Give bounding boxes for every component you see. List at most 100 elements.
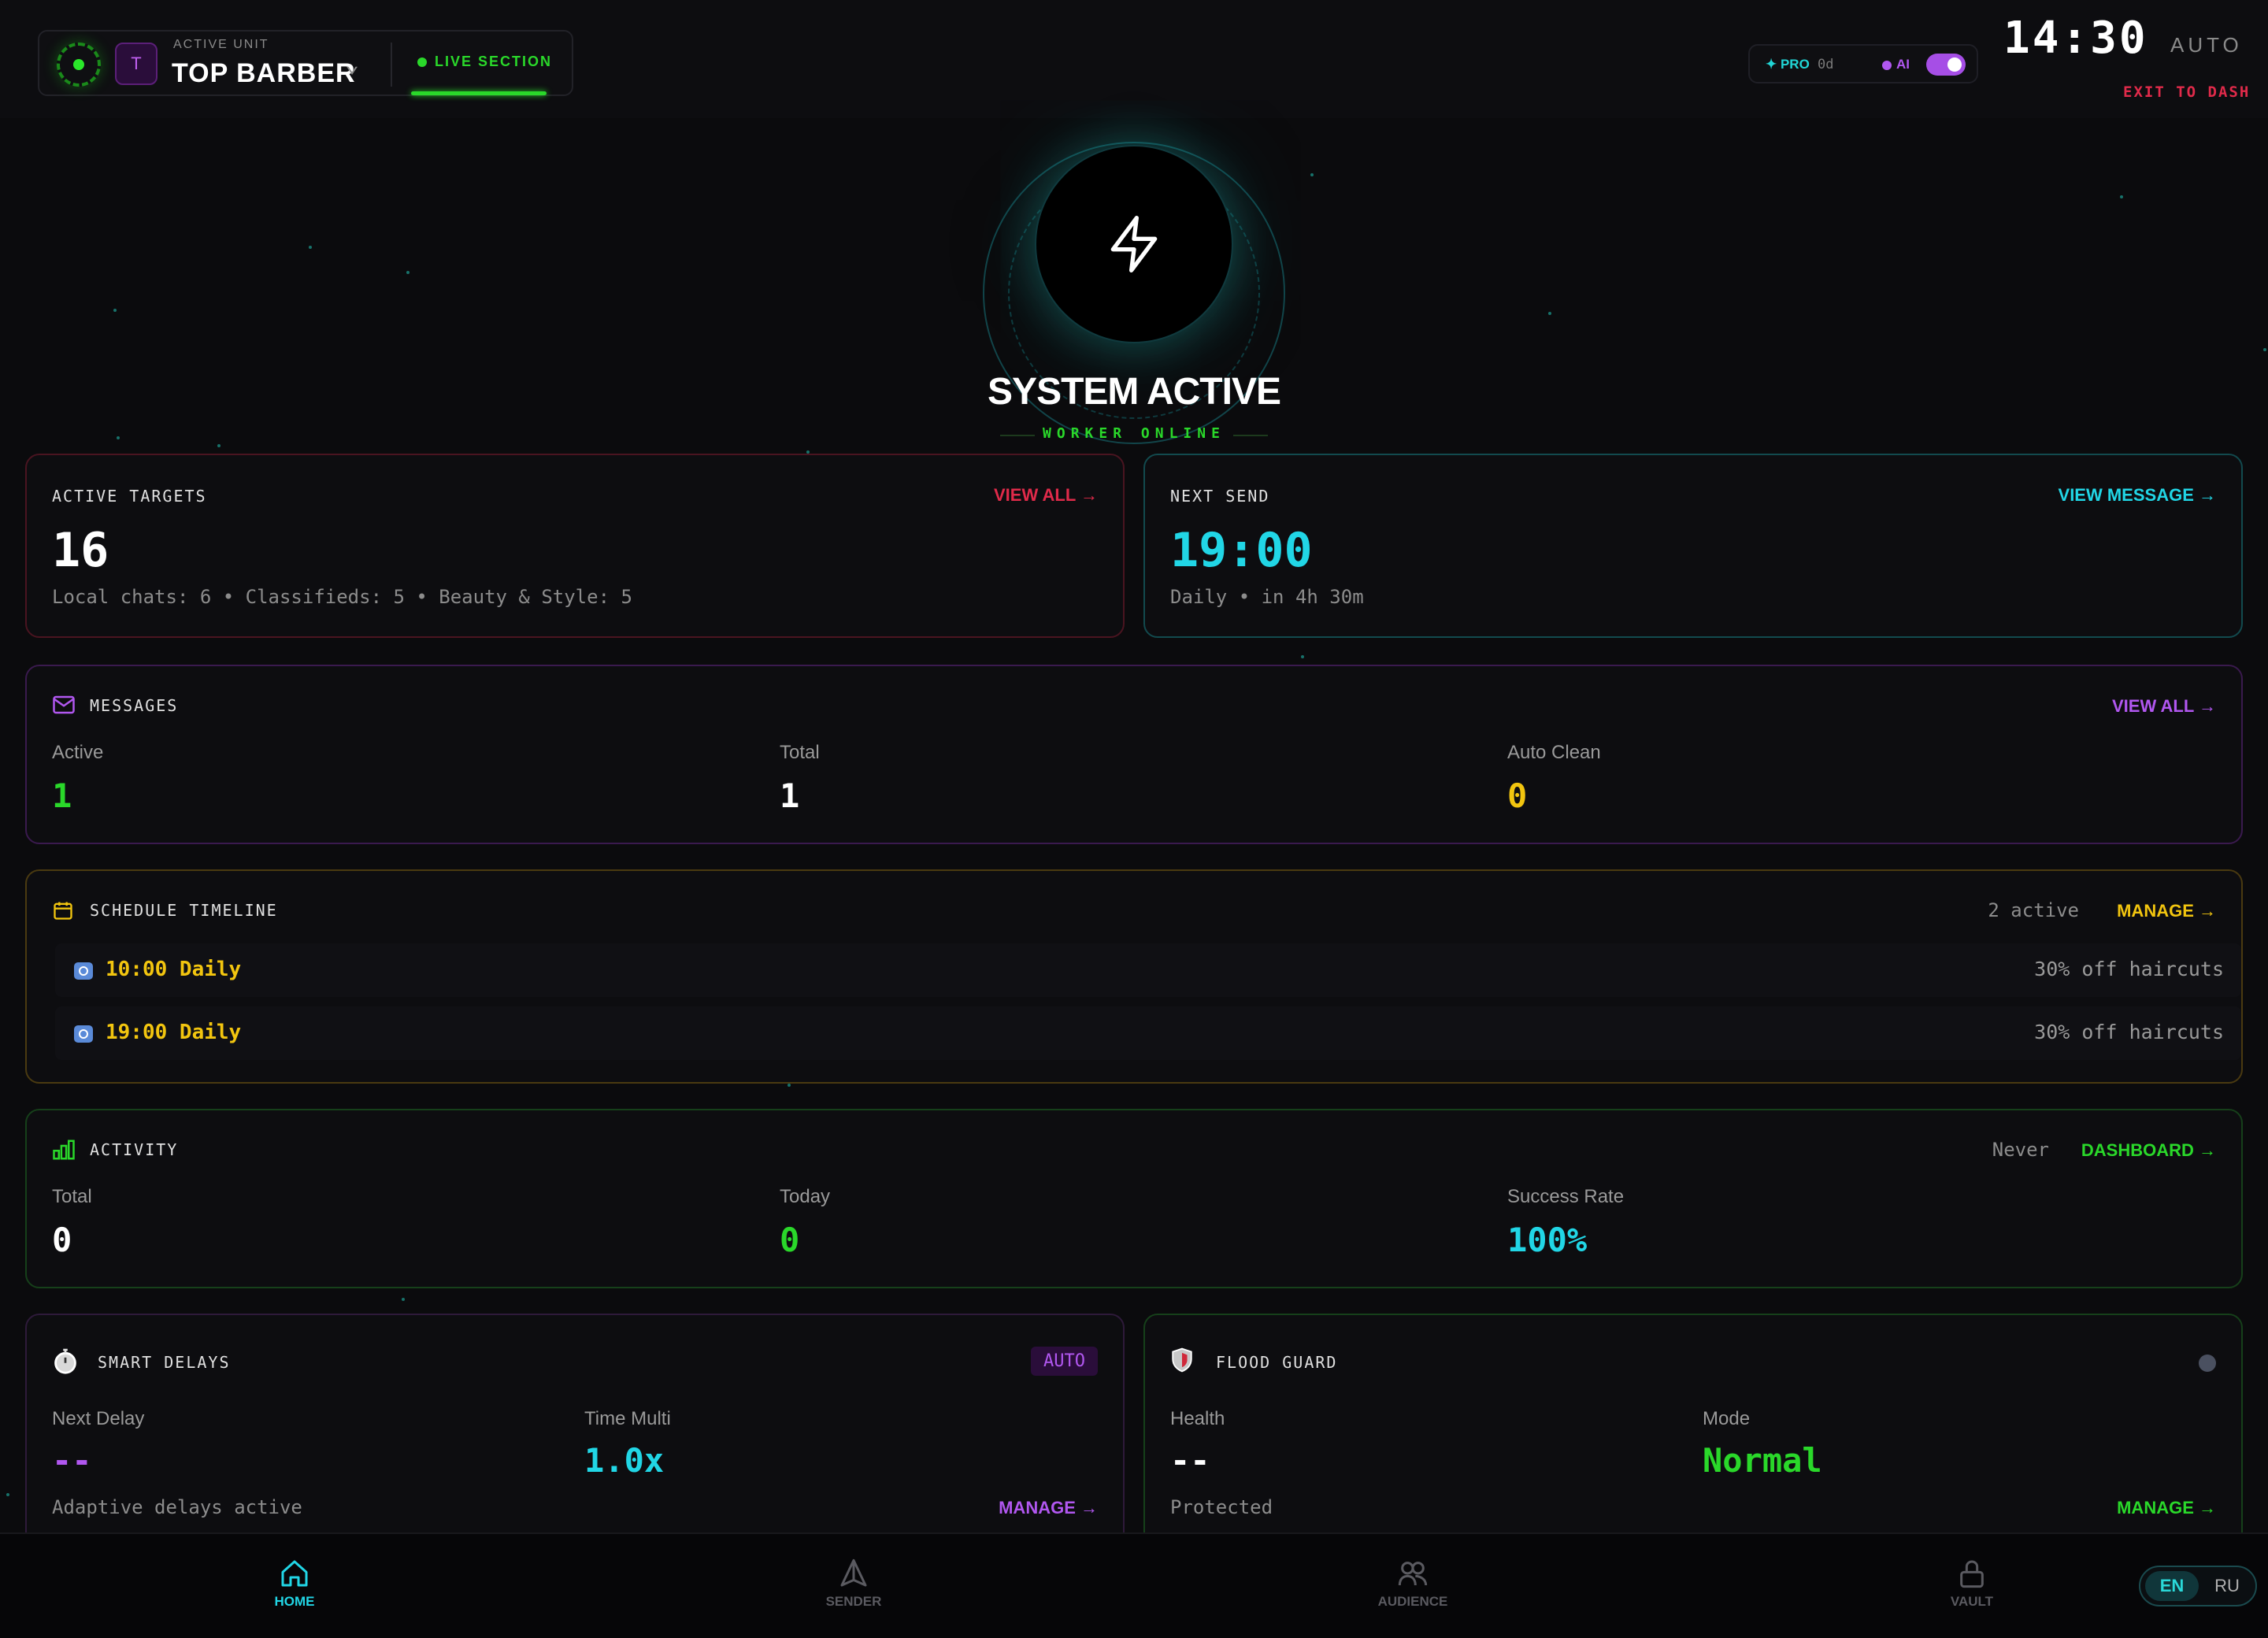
mail-icon (53, 695, 75, 714)
top-bar: T ACTIVE UNIT TOP BARBER ⌄ LIVE SECTION … (0, 0, 2268, 118)
audience-icon (1398, 1562, 1428, 1586)
health-value: -- (1170, 1441, 1210, 1480)
system-status-button[interactable] (1035, 145, 1233, 343)
particle (2263, 348, 2266, 351)
repeat-icon (74, 1025, 93, 1043)
nav-sender[interactable]: SENDER (791, 1558, 917, 1610)
active-tab-indicator (411, 91, 547, 95)
lang-ru-button[interactable]: RU (2203, 1571, 2251, 1601)
view-message-link[interactable]: VIEW MESSAGE → (2059, 485, 2216, 506)
next-delay-value: -- (52, 1441, 92, 1480)
schedule-message: 30% off haircuts (2034, 1021, 2224, 1043)
health-label: Health (1170, 1408, 1225, 1429)
particle (309, 246, 312, 249)
ai-label: AI (1896, 57, 1910, 72)
active-unit-selector[interactable]: T ACTIVE UNIT TOP BARBER ⌄ LIVE SECTION (38, 30, 573, 96)
ai-toggle[interactable] (1926, 54, 1966, 76)
schedule-active-count: 2 active (1988, 899, 2079, 921)
card-title: MESSAGES (90, 696, 179, 715)
unit-avatar: T (115, 43, 158, 85)
particle (6, 1493, 9, 1496)
lightning-icon (1110, 216, 1158, 273)
particle (402, 1298, 405, 1301)
sender-icon (840, 1558, 867, 1587)
pro-badge: ✦ PRO (1766, 57, 1810, 72)
status-indicator-icon (57, 43, 101, 87)
nav-home[interactable]: HOME (232, 1558, 358, 1610)
bar-chart-icon (53, 1140, 75, 1160)
stat-value-total: 1 (780, 776, 800, 815)
unit-name: TOP BARBER (172, 58, 356, 88)
schedule-time: 19:00 Daily (106, 1021, 242, 1044)
stat-label-today: Today (780, 1186, 831, 1207)
calendar-icon (54, 902, 72, 920)
card-title: ACTIVE TARGETS (52, 487, 207, 506)
active-unit-label: ACTIVE UNIT (173, 38, 269, 51)
nav-vault-label: VAULT (1950, 1594, 1994, 1609)
particle (117, 436, 120, 439)
targets-breakdown: Local chats: 6 • Classifieds: 5 • Beauty… (52, 586, 632, 608)
schedule-timeline-card: SCHEDULE TIMELINE 2 active MANAGE → 10:0… (25, 869, 2243, 1084)
particle (1548, 312, 1551, 315)
stat-label-auto-clean: Auto Clean (1507, 742, 1601, 763)
mode-value: Normal (1703, 1441, 1822, 1480)
view-all-targets-link[interactable]: VIEW ALL → (994, 485, 1098, 506)
nav-vault[interactable]: VAULT (1909, 1558, 2035, 1610)
auto-badge: AUTO (1031, 1347, 1098, 1376)
mode-indicator: AUTO (2170, 33, 2243, 57)
shield-icon (1172, 1347, 1192, 1373)
active-targets-card: ACTIVE TARGETS VIEW ALL → 16 Local chats… (25, 454, 1125, 638)
card-title: SMART DELAYS (98, 1353, 231, 1372)
plan-days: 0d (1818, 57, 1834, 72)
stat-value-active: 1 (52, 776, 72, 815)
next-send-time: 19:00 (1170, 523, 1313, 578)
stat-value-auto-clean: 0 (1507, 776, 1528, 815)
card-title: ACTIVITY (90, 1140, 179, 1159)
worker-status: WORKER ONLINE (1043, 425, 1225, 442)
nav-sender-label: SENDER (825, 1594, 882, 1609)
view-all-messages-link[interactable]: VIEW ALL → (2112, 696, 2216, 717)
stopwatch-icon (54, 1348, 76, 1374)
stat-value-success-rate: 100% (1507, 1221, 1588, 1259)
stat-value-total: 0 (52, 1221, 72, 1259)
stat-label-active: Active (52, 742, 104, 763)
particle (1301, 655, 1304, 658)
schedule-item[interactable]: 10:00 Daily 30% off haircuts (55, 943, 2241, 997)
manage-delays-link[interactable]: MANAGE → (999, 1498, 1098, 1518)
particle (1310, 173, 1314, 176)
particle (788, 1084, 791, 1087)
plan-status: ✦ PRO 0d AI (1748, 44, 1978, 83)
stat-label-success-rate: Success Rate (1507, 1186, 1625, 1207)
targets-count: 16 (52, 523, 109, 578)
next-delay-label: Next Delay (52, 1408, 145, 1429)
stat-label-total: Total (780, 742, 820, 763)
dashboard-link[interactable]: DASHBOARD → (2081, 1140, 2216, 1161)
next-send-detail: Daily • in 4h 30m (1170, 586, 1364, 608)
nav-audience-label: AUDIENCE (1377, 1594, 1448, 1609)
exit-to-dash-link[interactable]: EXIT TO DASH (2123, 83, 2250, 101)
smart-delays-card: SMART DELAYS AUTO Next Delay -- Time Mul… (25, 1314, 1125, 1550)
nav-home-label: HOME (274, 1594, 315, 1609)
schedule-item[interactable]: 19:00 Daily 30% off haircuts (55, 1006, 2241, 1060)
next-send-card: NEXT SEND VIEW MESSAGE → 19:00 Daily • i… (1143, 454, 2243, 638)
language-switcher: EN RU (2139, 1566, 2257, 1606)
card-title: SCHEDULE TIMELINE (90, 901, 278, 920)
repeat-icon (74, 962, 93, 980)
flood-status-dot (2199, 1354, 2216, 1372)
time-multi-value: 1.0x (584, 1441, 665, 1480)
stat-label-total: Total (52, 1186, 92, 1207)
particle (406, 271, 410, 274)
lang-en-button[interactable]: EN (2145, 1571, 2199, 1601)
ai-dot-icon (1882, 61, 1892, 70)
lock-icon (1960, 1560, 1984, 1588)
time-multi-label: Time Multi (584, 1408, 671, 1429)
clock: 14:30 (2003, 13, 2148, 64)
manage-flood-guard-link[interactable]: MANAGE → (2117, 1498, 2216, 1518)
manage-schedule-link[interactable]: MANAGE → (2117, 901, 2216, 921)
particle (2120, 195, 2123, 198)
chevron-down-icon[interactable]: ⌄ (345, 50, 359, 78)
card-title: FLOOD GUARD (1216, 1353, 1338, 1372)
nav-audience[interactable]: AUDIENCE (1350, 1558, 1476, 1610)
card-title: NEXT SEND (1170, 487, 1270, 506)
tab-live-section[interactable]: LIVE SECTION (417, 54, 552, 70)
